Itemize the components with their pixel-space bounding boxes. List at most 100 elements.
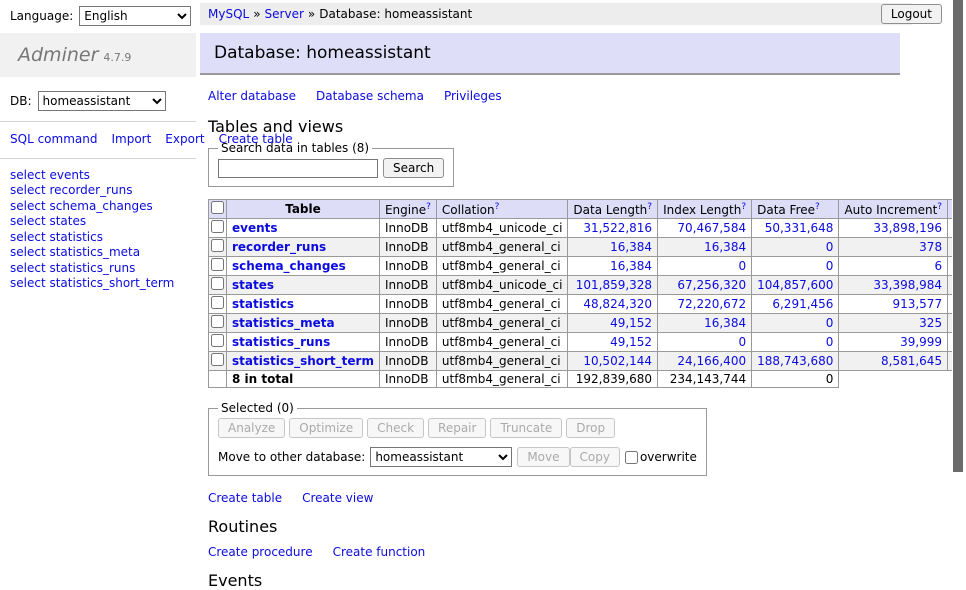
language-select[interactable]: English bbox=[79, 6, 191, 26]
data-length-link[interactable]: 101,859,328 bbox=[576, 278, 652, 292]
logout-button[interactable]: Logout bbox=[881, 4, 942, 24]
auto-increment-link[interactable]: 39,999 bbox=[900, 335, 942, 349]
sidebar-select-statistics_runs[interactable]: select statistics_runs bbox=[10, 261, 186, 277]
link-alter-database[interactable]: Alter database bbox=[208, 89, 296, 103]
engine-cell: InnoDB bbox=[379, 238, 436, 257]
index-length-link[interactable]: 0 bbox=[738, 335, 746, 349]
data-free-link[interactable]: 188,743,680 bbox=[757, 354, 833, 368]
data-length-link[interactable]: 31,522,816 bbox=[583, 221, 652, 235]
breadcrumb-link-server[interactable]: Server bbox=[265, 7, 304, 21]
sidebar-select-events[interactable]: select events bbox=[10, 168, 186, 184]
table-name-cell: statistics_runs bbox=[227, 333, 380, 352]
sidebar-select-recorder_runs[interactable]: select recorder_runs bbox=[10, 183, 186, 199]
data-free-link[interactable]: 0 bbox=[826, 335, 834, 349]
row-checkbox-statistics[interactable] bbox=[211, 296, 224, 309]
data-length-link[interactable]: 49,152 bbox=[610, 316, 652, 330]
table-link-events[interactable]: events bbox=[232, 221, 278, 235]
sidebar-select-states[interactable]: select states bbox=[10, 214, 186, 230]
help-icon[interactable]: ? bbox=[937, 202, 942, 212]
search-button[interactable]: Search bbox=[383, 158, 444, 178]
help-icon[interactable]: ? bbox=[741, 202, 746, 212]
index-length-link[interactable]: 16,384 bbox=[704, 240, 746, 254]
link-create-table[interactable]: Create table bbox=[208, 491, 282, 505]
auto-increment-link[interactable]: 913,577 bbox=[892, 297, 942, 311]
table-link-statistics_short_term[interactable]: statistics_short_term bbox=[232, 354, 374, 368]
analyze-button[interactable]: Analyze bbox=[218, 418, 285, 438]
db-select[interactable]: homeassistant bbox=[38, 91, 166, 111]
auto-increment-link[interactable]: 325 bbox=[919, 316, 942, 330]
check-button[interactable]: Check bbox=[367, 418, 424, 438]
data-free-link[interactable]: 0 bbox=[826, 259, 834, 273]
sidebar-link-export[interactable]: Export bbox=[165, 132, 204, 146]
table-link-states[interactable]: states bbox=[232, 278, 274, 292]
select-all-checkbox[interactable] bbox=[211, 201, 224, 214]
row-checkbox-statistics_runs[interactable] bbox=[211, 334, 224, 347]
sidebar-link-sql-command[interactable]: SQL command bbox=[10, 132, 97, 146]
data-length-link[interactable]: 48,824,320 bbox=[583, 297, 652, 311]
overwrite-checkbox[interactable] bbox=[625, 451, 638, 464]
link-privileges[interactable]: Privileges bbox=[444, 89, 502, 103]
data-free-link[interactable]: 50,331,648 bbox=[765, 221, 834, 235]
link-create-function[interactable]: Create function bbox=[333, 545, 426, 559]
auto-increment-link[interactable]: 33,398,984 bbox=[873, 278, 942, 292]
optimize-button[interactable]: Optimize bbox=[289, 418, 363, 438]
row-checkbox-states[interactable] bbox=[211, 277, 224, 290]
data-length-link[interactable]: 16,384 bbox=[610, 259, 652, 273]
data-free-link[interactable]: 104,857,600 bbox=[757, 278, 833, 292]
help-icon[interactable]: ? bbox=[815, 202, 820, 212]
total-data-length-cell: 192,839,680 bbox=[568, 371, 658, 388]
sidebar-link-import[interactable]: Import bbox=[111, 132, 151, 146]
help-icon[interactable]: ? bbox=[426, 202, 431, 212]
table-link-statistics_meta[interactable]: statistics_meta bbox=[232, 316, 335, 330]
link-database-schema[interactable]: Database schema bbox=[316, 89, 424, 103]
sidebar-select-statistics_short_term[interactable]: select statistics_short_term bbox=[10, 276, 186, 292]
search-input[interactable] bbox=[218, 159, 378, 178]
sidebar-table-links: select eventsselect recorder_runsselect … bbox=[0, 159, 196, 301]
row-checkbox-statistics_short_term[interactable] bbox=[211, 353, 224, 366]
table-row: statistics_short_termInnoDButf8mb4_gener… bbox=[209, 352, 966, 371]
breadcrumb-link-mysql[interactable]: MySQL bbox=[208, 7, 249, 21]
data-free-link[interactable]: 0 bbox=[826, 240, 834, 254]
table-link-statistics[interactable]: statistics bbox=[232, 297, 294, 311]
row-checkbox-statistics_meta[interactable] bbox=[211, 315, 224, 328]
data-length-link[interactable]: 49,152 bbox=[610, 335, 652, 349]
drop-button[interactable]: Drop bbox=[566, 418, 615, 438]
table-link-recorder_runs[interactable]: recorder_runs bbox=[232, 240, 326, 254]
truncate-button[interactable]: Truncate bbox=[490, 418, 562, 438]
index-length-link[interactable]: 24,166,400 bbox=[677, 354, 746, 368]
index-length-link[interactable]: 72,220,672 bbox=[677, 297, 746, 311]
row-checkbox-events[interactable] bbox=[211, 220, 224, 233]
link-create-procedure[interactable]: Create procedure bbox=[208, 545, 313, 559]
move-database-select[interactable]: homeassistant bbox=[370, 447, 512, 467]
index-length-link[interactable]: 67,256,320 bbox=[677, 278, 746, 292]
repair-button[interactable]: Repair bbox=[428, 418, 486, 438]
table-link-schema_changes[interactable]: schema_changes bbox=[232, 259, 346, 273]
auto-increment-link[interactable]: 6 bbox=[934, 259, 942, 273]
help-icon[interactable]: ? bbox=[495, 202, 500, 212]
auto-increment-link[interactable]: 378 bbox=[919, 240, 942, 254]
column-header-table: Table bbox=[227, 200, 380, 219]
data-length-link[interactable]: 10,502,144 bbox=[583, 354, 652, 368]
auto-increment-link[interactable]: 33,898,196 bbox=[873, 221, 942, 235]
data-free-link[interactable]: 0 bbox=[826, 316, 834, 330]
sidebar-select-statistics_meta[interactable]: select statistics_meta bbox=[10, 245, 186, 261]
scrollbar-thumb[interactable] bbox=[953, 0, 963, 472]
row-checkbox-recorder_runs[interactable] bbox=[211, 239, 224, 252]
data-length-link[interactable]: 16,384 bbox=[610, 240, 652, 254]
index-length-link[interactable]: 0 bbox=[738, 259, 746, 273]
sidebar-select-schema_changes[interactable]: select schema_changes bbox=[10, 199, 186, 215]
copy-button[interactable]: Copy bbox=[570, 447, 620, 467]
total-checkbox-cell bbox=[209, 371, 227, 388]
move-button[interactable]: Move bbox=[517, 447, 569, 467]
help-icon[interactable]: ? bbox=[647, 202, 652, 212]
table-link-statistics_runs[interactable]: statistics_runs bbox=[232, 335, 330, 349]
index-length-link[interactable]: 70,467,584 bbox=[677, 221, 746, 235]
index-length-link[interactable]: 16,384 bbox=[704, 316, 746, 330]
data-free-link[interactable]: 6,291,456 bbox=[772, 297, 833, 311]
link-create-view[interactable]: Create view bbox=[302, 491, 373, 505]
auto-increment-link[interactable]: 8,581,645 bbox=[881, 354, 942, 368]
vertical-scrollbar[interactable] bbox=[952, 0, 966, 543]
sidebar-select-statistics[interactable]: select statistics bbox=[10, 230, 186, 246]
row-checkbox-schema_changes[interactable] bbox=[211, 258, 224, 271]
create-links: Create table Create view bbox=[208, 491, 912, 505]
